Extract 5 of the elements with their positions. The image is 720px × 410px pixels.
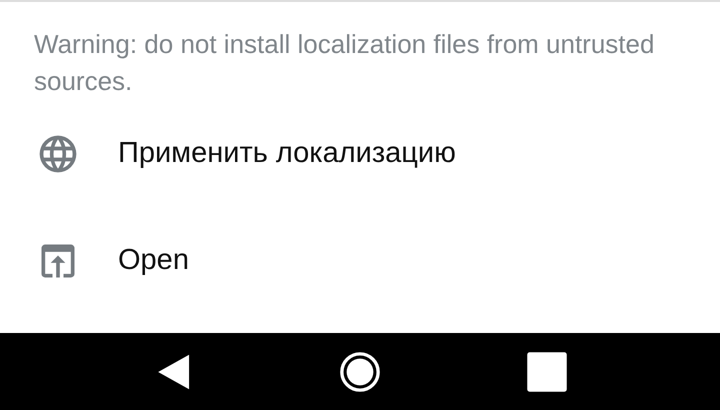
warning-text: Warning: do not install localization files from untrusted sources. bbox=[34, 28, 656, 98]
home-icon[interactable] bbox=[338, 350, 381, 392]
menu-item[interactable]: Применить локализацию bbox=[0, 100, 720, 207]
menu-item[interactable]: Open bbox=[0, 207, 720, 314]
recents-icon[interactable] bbox=[526, 350, 568, 392]
